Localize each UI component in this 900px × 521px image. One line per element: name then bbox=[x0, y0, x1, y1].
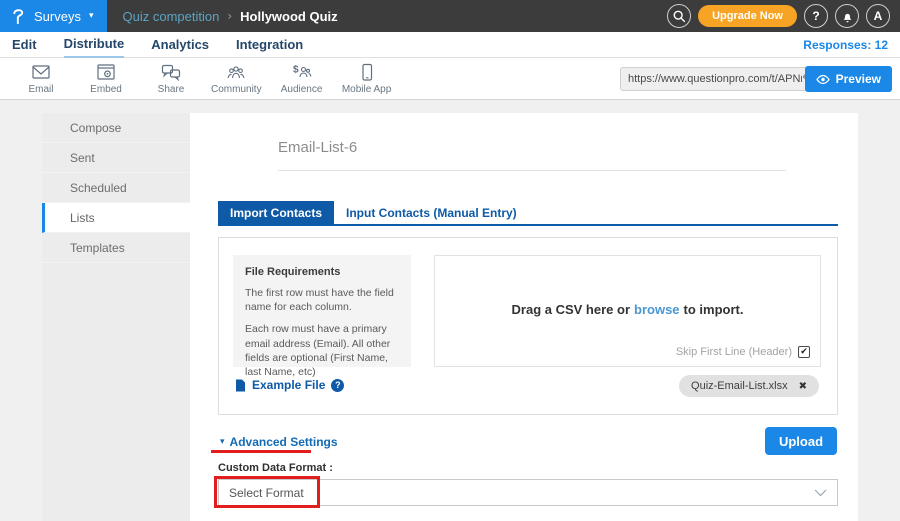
upgrade-now-button[interactable]: Upgrade Now bbox=[698, 5, 797, 27]
tab-distribute[interactable]: Distribute bbox=[64, 32, 125, 58]
sidebar-item-lists[interactable]: Lists bbox=[42, 203, 190, 233]
tab-integration[interactable]: Integration bbox=[236, 32, 303, 58]
dropzone-text-pre: Drag a CSV here or bbox=[512, 302, 631, 317]
file-requirements-title: File Requirements bbox=[245, 266, 399, 278]
tabs-underline bbox=[218, 224, 838, 226]
channel-audience[interactable]: $ Audience bbox=[277, 62, 327, 95]
email-sidebar: Compose Sent Scheduled Lists Templates bbox=[42, 113, 190, 521]
channel-label: Audience bbox=[281, 84, 323, 95]
skip-first-line-row: Skip First Line (Header) ✔ bbox=[676, 346, 810, 358]
channel-community[interactable]: Community bbox=[211, 62, 262, 95]
avatar-initial: A bbox=[874, 9, 883, 23]
audience-icon: $ bbox=[291, 62, 313, 82]
survey-url-input[interactable] bbox=[628, 73, 802, 85]
dropzone-text-post: to import. bbox=[684, 302, 744, 317]
share-icon bbox=[160, 62, 182, 82]
email-list-name-field[interactable]: Email-List-6 bbox=[278, 139, 357, 156]
search-icon bbox=[672, 9, 687, 24]
annotation-box-select-format bbox=[214, 476, 320, 508]
eye-icon bbox=[816, 74, 830, 85]
embed-icon bbox=[95, 62, 117, 82]
preview-button[interactable]: Preview bbox=[805, 66, 892, 92]
questionpro-logo-icon bbox=[10, 5, 26, 27]
breadcrumb: Quiz competition › Hollywood Quiz bbox=[123, 9, 338, 24]
channel-mobile-app[interactable]: Mobile App bbox=[342, 62, 392, 95]
search-button[interactable] bbox=[667, 4, 691, 28]
import-contacts-section: File Requirements The first row must hav… bbox=[218, 237, 838, 415]
example-file-link[interactable]: Example File bbox=[252, 378, 325, 392]
channel-label: Embed bbox=[90, 84, 122, 95]
bell-icon bbox=[840, 9, 855, 24]
tab-input-contacts-manual[interactable]: Input Contacts (Manual Entry) bbox=[334, 201, 529, 225]
channel-label: Community bbox=[211, 84, 262, 95]
contacts-tabs: Import Contacts Input Contacts (Manual E… bbox=[218, 201, 529, 225]
svg-text:$: $ bbox=[293, 65, 299, 76]
example-file-row: Example File ? bbox=[235, 378, 344, 392]
caret-down-icon: ▾ bbox=[220, 437, 225, 447]
annotation-underline-advanced-settings bbox=[211, 450, 311, 453]
remove-file-icon[interactable]: ✖ bbox=[799, 381, 807, 392]
responses-count[interactable]: Responses: 12 bbox=[803, 38, 888, 52]
channel-label: Share bbox=[158, 84, 185, 95]
uploaded-file-name: Quiz-Email-List.xlsx bbox=[691, 380, 788, 392]
breadcrumb-separator-icon: › bbox=[227, 9, 232, 23]
community-icon bbox=[225, 62, 247, 82]
lists-panel: Email-List-6 Import Contacts Input Conta… bbox=[190, 113, 858, 521]
dropzone-text: Drag a CSV here orbrowse to import. bbox=[435, 302, 820, 317]
channel-share[interactable]: Share bbox=[146, 62, 196, 95]
channel-label: Mobile App bbox=[342, 84, 391, 95]
tab-import-contacts[interactable]: Import Contacts bbox=[218, 201, 334, 225]
file-icon bbox=[235, 379, 246, 392]
email-icon bbox=[30, 62, 52, 82]
browse-link[interactable]: browse bbox=[634, 302, 680, 317]
sidebar-item-compose[interactable]: Compose bbox=[42, 113, 190, 143]
sidebar-item-scheduled[interactable]: Scheduled bbox=[42, 173, 190, 203]
uploaded-file-chip: Quiz-Email-List.xlsx ✖ bbox=[679, 375, 819, 397]
chevron-down-icon bbox=[814, 489, 827, 497]
channel-embed[interactable]: Embed bbox=[81, 62, 131, 95]
channel-label: Email bbox=[28, 84, 53, 95]
mobile-app-icon bbox=[356, 62, 378, 82]
skip-first-line-label: Skip First Line (Header) bbox=[676, 346, 792, 358]
list-name-underline bbox=[278, 170, 786, 171]
tab-edit[interactable]: Edit bbox=[12, 32, 37, 58]
help-button[interactable]: ? bbox=[804, 4, 828, 28]
sidebar-item-templates[interactable]: Templates bbox=[42, 233, 190, 263]
notifications-button[interactable] bbox=[835, 4, 859, 28]
survey-nav: Edit Distribute Analytics Integration Re… bbox=[0, 32, 900, 58]
channel-email[interactable]: Email bbox=[16, 62, 66, 95]
chevron-down-icon: ▾ bbox=[89, 11, 94, 21]
advanced-settings-label: Advanced Settings bbox=[230, 435, 338, 449]
sidebar-item-sent[interactable]: Sent bbox=[42, 143, 190, 173]
file-requirements-text-1: The first row must have the field name f… bbox=[245, 286, 399, 314]
advanced-settings-toggle[interactable]: ▾ Advanced Settings bbox=[220, 435, 338, 449]
breadcrumb-survey-name: Hollywood Quiz bbox=[240, 9, 338, 24]
product-menu-label: Surveys bbox=[34, 9, 81, 24]
example-file-help-icon[interactable]: ? bbox=[331, 379, 344, 392]
header-actions: Upgrade Now ? A bbox=[667, 4, 900, 28]
upload-button[interactable]: Upload bbox=[765, 427, 837, 455]
account-avatar[interactable]: A bbox=[866, 4, 890, 28]
file-requirements-box: File Requirements The first row must hav… bbox=[233, 255, 411, 367]
file-requirements-text-2: Each row must have a primary email addre… bbox=[245, 322, 399, 379]
custom-data-format-label: Custom Data Format : bbox=[218, 462, 333, 474]
survey-url-box: ✎ bbox=[620, 67, 820, 91]
preview-label: Preview bbox=[836, 72, 881, 86]
top-header: Surveys ▾ Quiz competition › Hollywood Q… bbox=[0, 0, 900, 32]
skip-first-line-checkbox[interactable]: ✔ bbox=[798, 346, 810, 358]
tab-analytics[interactable]: Analytics bbox=[151, 32, 209, 58]
question-mark-icon: ? bbox=[812, 9, 819, 23]
csv-dropzone[interactable]: Drag a CSV here orbrowse to import. Skip … bbox=[434, 255, 821, 367]
distribute-toolbar: Email Embed Share bbox=[0, 58, 900, 100]
questionpro-app-window: Surveys ▾ Quiz competition › Hollywood Q… bbox=[0, 0, 900, 521]
breadcrumb-folder[interactable]: Quiz competition bbox=[123, 9, 220, 24]
product-switcher-surveys[interactable]: Surveys ▾ bbox=[0, 0, 107, 32]
